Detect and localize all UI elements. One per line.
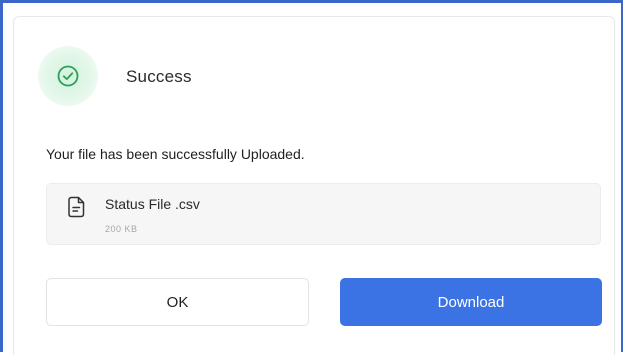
window-frame: Success Your file has been successfully … [0, 0, 623, 355]
file-name: Status File .csv [105, 196, 200, 212]
dialog-title: Success [126, 67, 192, 86]
file-document-icon [68, 196, 85, 218]
dialog-message: Your file has been successfully Uploaded… [46, 146, 305, 162]
success-icon-badge [38, 46, 98, 106]
ok-button[interactable]: OK [46, 278, 309, 326]
check-circle-icon [57, 65, 79, 87]
download-button[interactable]: Download [340, 278, 602, 326]
file-card: Status File .csv 200 KB [46, 183, 601, 245]
file-size: 200 KB [105, 224, 138, 234]
